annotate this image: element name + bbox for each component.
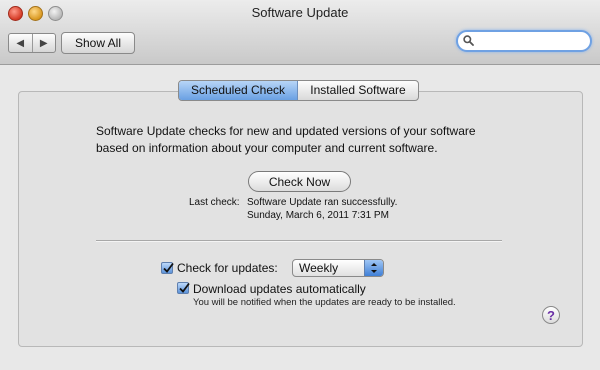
search-input[interactable] (477, 33, 585, 49)
description-text: Software Update checks for new and updat… (96, 123, 516, 157)
search-field[interactable] (456, 30, 592, 52)
checkmark-icon (179, 282, 190, 293)
update-frequency-value: Weekly (299, 261, 339, 275)
window-title: Software Update (251, 5, 349, 20)
back-button[interactable]: ◀ (9, 34, 33, 52)
download-automatically-checkbox[interactable] (177, 282, 190, 294)
description-line-1: Software Update checks for new and updat… (96, 124, 476, 138)
search-icon (463, 35, 474, 46)
update-frequency-select[interactable]: Weekly (292, 259, 384, 277)
download-note: You will be notified when the updates ar… (193, 297, 456, 308)
last-check-date: Sunday, March 6, 2011 7:31 PM (247, 210, 389, 221)
check-now-button[interactable]: Check Now (248, 171, 351, 192)
back-arrow-icon: ◀ (16, 37, 25, 49)
last-check-label: Last check: (189, 197, 240, 208)
title-bar: Software Update ◀ ▶ Show All (0, 0, 600, 65)
question-mark-icon: ? (547, 307, 555, 323)
tab-bar: Scheduled Check Installed Software (178, 80, 419, 101)
last-check-status: Software Update ran successfully. (247, 197, 398, 208)
description-line-2: based on information about your computer… (96, 141, 438, 155)
section-divider (96, 240, 502, 242)
select-arrows-icon (364, 260, 383, 276)
show-all-button[interactable]: Show All (61, 32, 135, 54)
check-for-updates-checkbox[interactable] (161, 262, 174, 274)
tab-scheduled-check[interactable]: Scheduled Check (179, 81, 298, 100)
checkmark-icon (163, 262, 174, 273)
check-for-updates-label: Check for updates: (177, 261, 278, 275)
tab-installed-software[interactable]: Installed Software (298, 81, 418, 100)
software-update-window: Software Update ◀ ▶ Show All Scheduled C… (0, 0, 600, 370)
forward-button[interactable]: ▶ (33, 34, 56, 52)
download-automatically-label: Download updates automatically (193, 282, 366, 296)
help-button[interactable]: ? (542, 306, 560, 324)
forward-arrow-icon: ▶ (39, 37, 48, 49)
back-forward-control: ◀ ▶ (8, 33, 56, 53)
